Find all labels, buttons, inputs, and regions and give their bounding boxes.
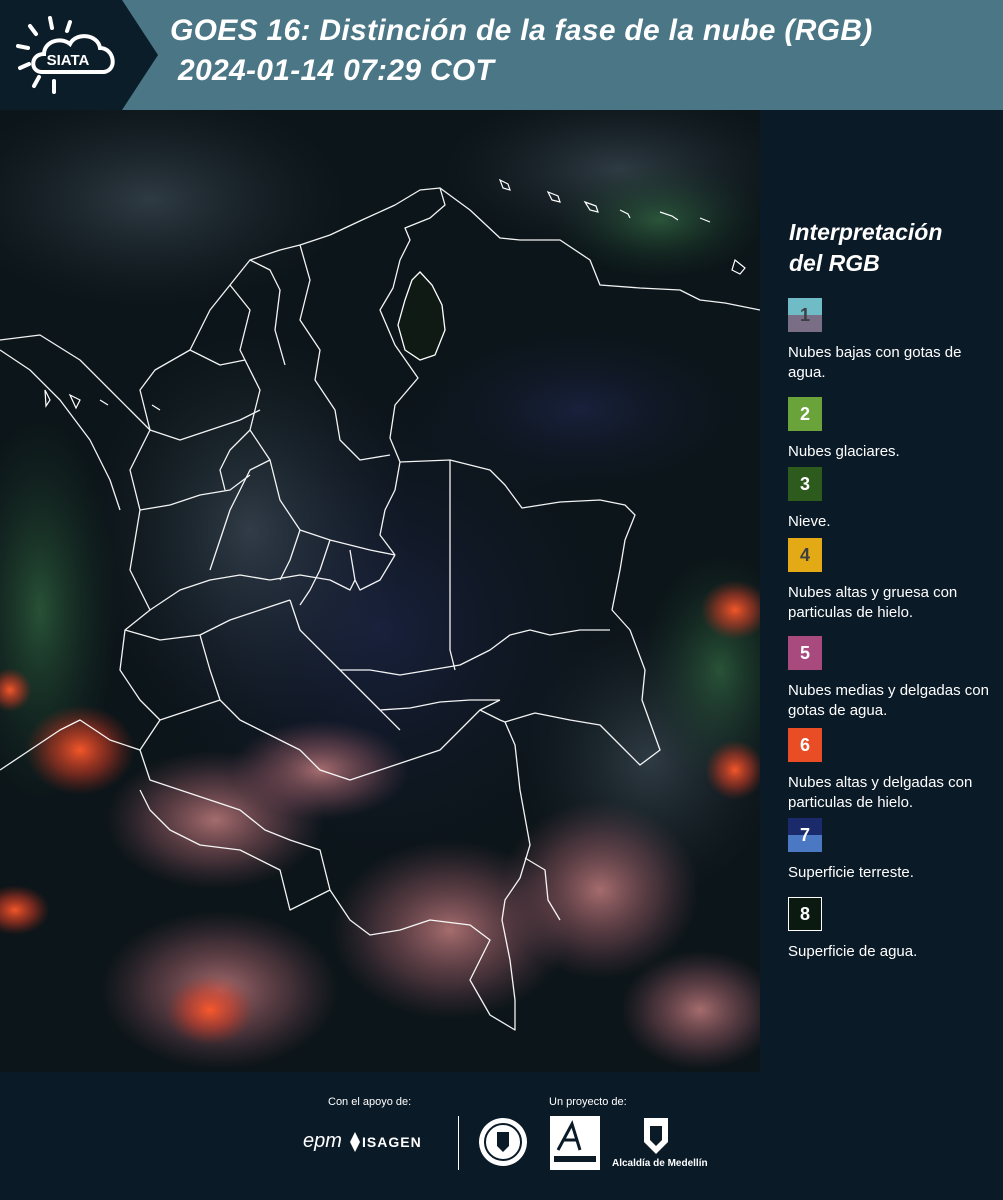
satellite-image (0, 110, 760, 1072)
legend-description: Nubes medias y delgadas con gotas de agu… (788, 682, 989, 719)
legend-swatch: 4 (788, 538, 822, 572)
area-metropolitana-logo-icon (550, 1116, 600, 1170)
legend-number: 7 (799, 824, 810, 845)
legend-swatch: 5 (788, 636, 822, 670)
medellin-seal-icon (479, 1118, 527, 1166)
footer-divider (458, 1116, 459, 1170)
legend-description: Nubes altas y gruesa con particulas de h… (788, 584, 958, 621)
legend-description: Superficie de agua. (788, 943, 918, 960)
legend-title-line2: del RGB (789, 250, 880, 276)
siata-logo: SIATA (16, 16, 115, 94)
legend-title: Interpretación del RGB (789, 217, 989, 279)
legend-number: 5 (799, 642, 810, 663)
legend-number: 2 (799, 403, 810, 424)
footer-bar: Con el apoyo de: Un proyecto de: epm ISA… (0, 1072, 1003, 1200)
legend-swatch: 3 (788, 467, 822, 501)
legend-title-line1: Interpretación (789, 219, 943, 245)
legend-number: 4 (799, 544, 810, 565)
legend-number: 1 (799, 304, 810, 325)
legend-swatch: 8 (788, 897, 822, 931)
page-timestamp: 2024-01-14 07:29 COT (178, 54, 495, 87)
siata-logo-text: SIATA (47, 52, 90, 69)
legend-number: 3 (799, 473, 810, 494)
legend-swatch: 2 (788, 397, 822, 431)
legend-description: Nubes altas y delgadas con particulas de… (788, 774, 973, 811)
isagen-icon (350, 1132, 360, 1152)
legend-number: 8 (799, 903, 810, 924)
satellite-map[interactable] (0, 110, 760, 1072)
legend-description: Nubes bajas con gotas de agua. (788, 344, 962, 381)
alcaldia-label: Alcaldía de Medellín (612, 1158, 708, 1169)
legend-swatch: 6 (788, 728, 822, 762)
legend-swatch: 1 (788, 298, 822, 332)
legend-panel: Interpretación del RGB 1 Nubes bajas con … (760, 110, 1003, 1072)
isagen-logo: ISAGEN (362, 1134, 422, 1150)
alcaldia-crest-icon (644, 1118, 668, 1154)
legend-swatch: 7 (788, 818, 822, 852)
support-label: Con el apoyo de: (328, 1096, 412, 1108)
legend-description: Superficie terreste. (788, 864, 914, 881)
page-title: GOES 16: Distinción de la fase de la nub… (170, 14, 873, 47)
header-bar: SIATA GOES 16: Distinción de la fase de … (0, 0, 1003, 110)
legend-description: Nieve. (788, 513, 831, 530)
legend-number: 6 (799, 734, 810, 755)
epm-logo: epm (303, 1130, 342, 1152)
legend-description: Nubes glaciares. (788, 443, 900, 460)
project-label: Un proyecto de: (549, 1096, 627, 1108)
